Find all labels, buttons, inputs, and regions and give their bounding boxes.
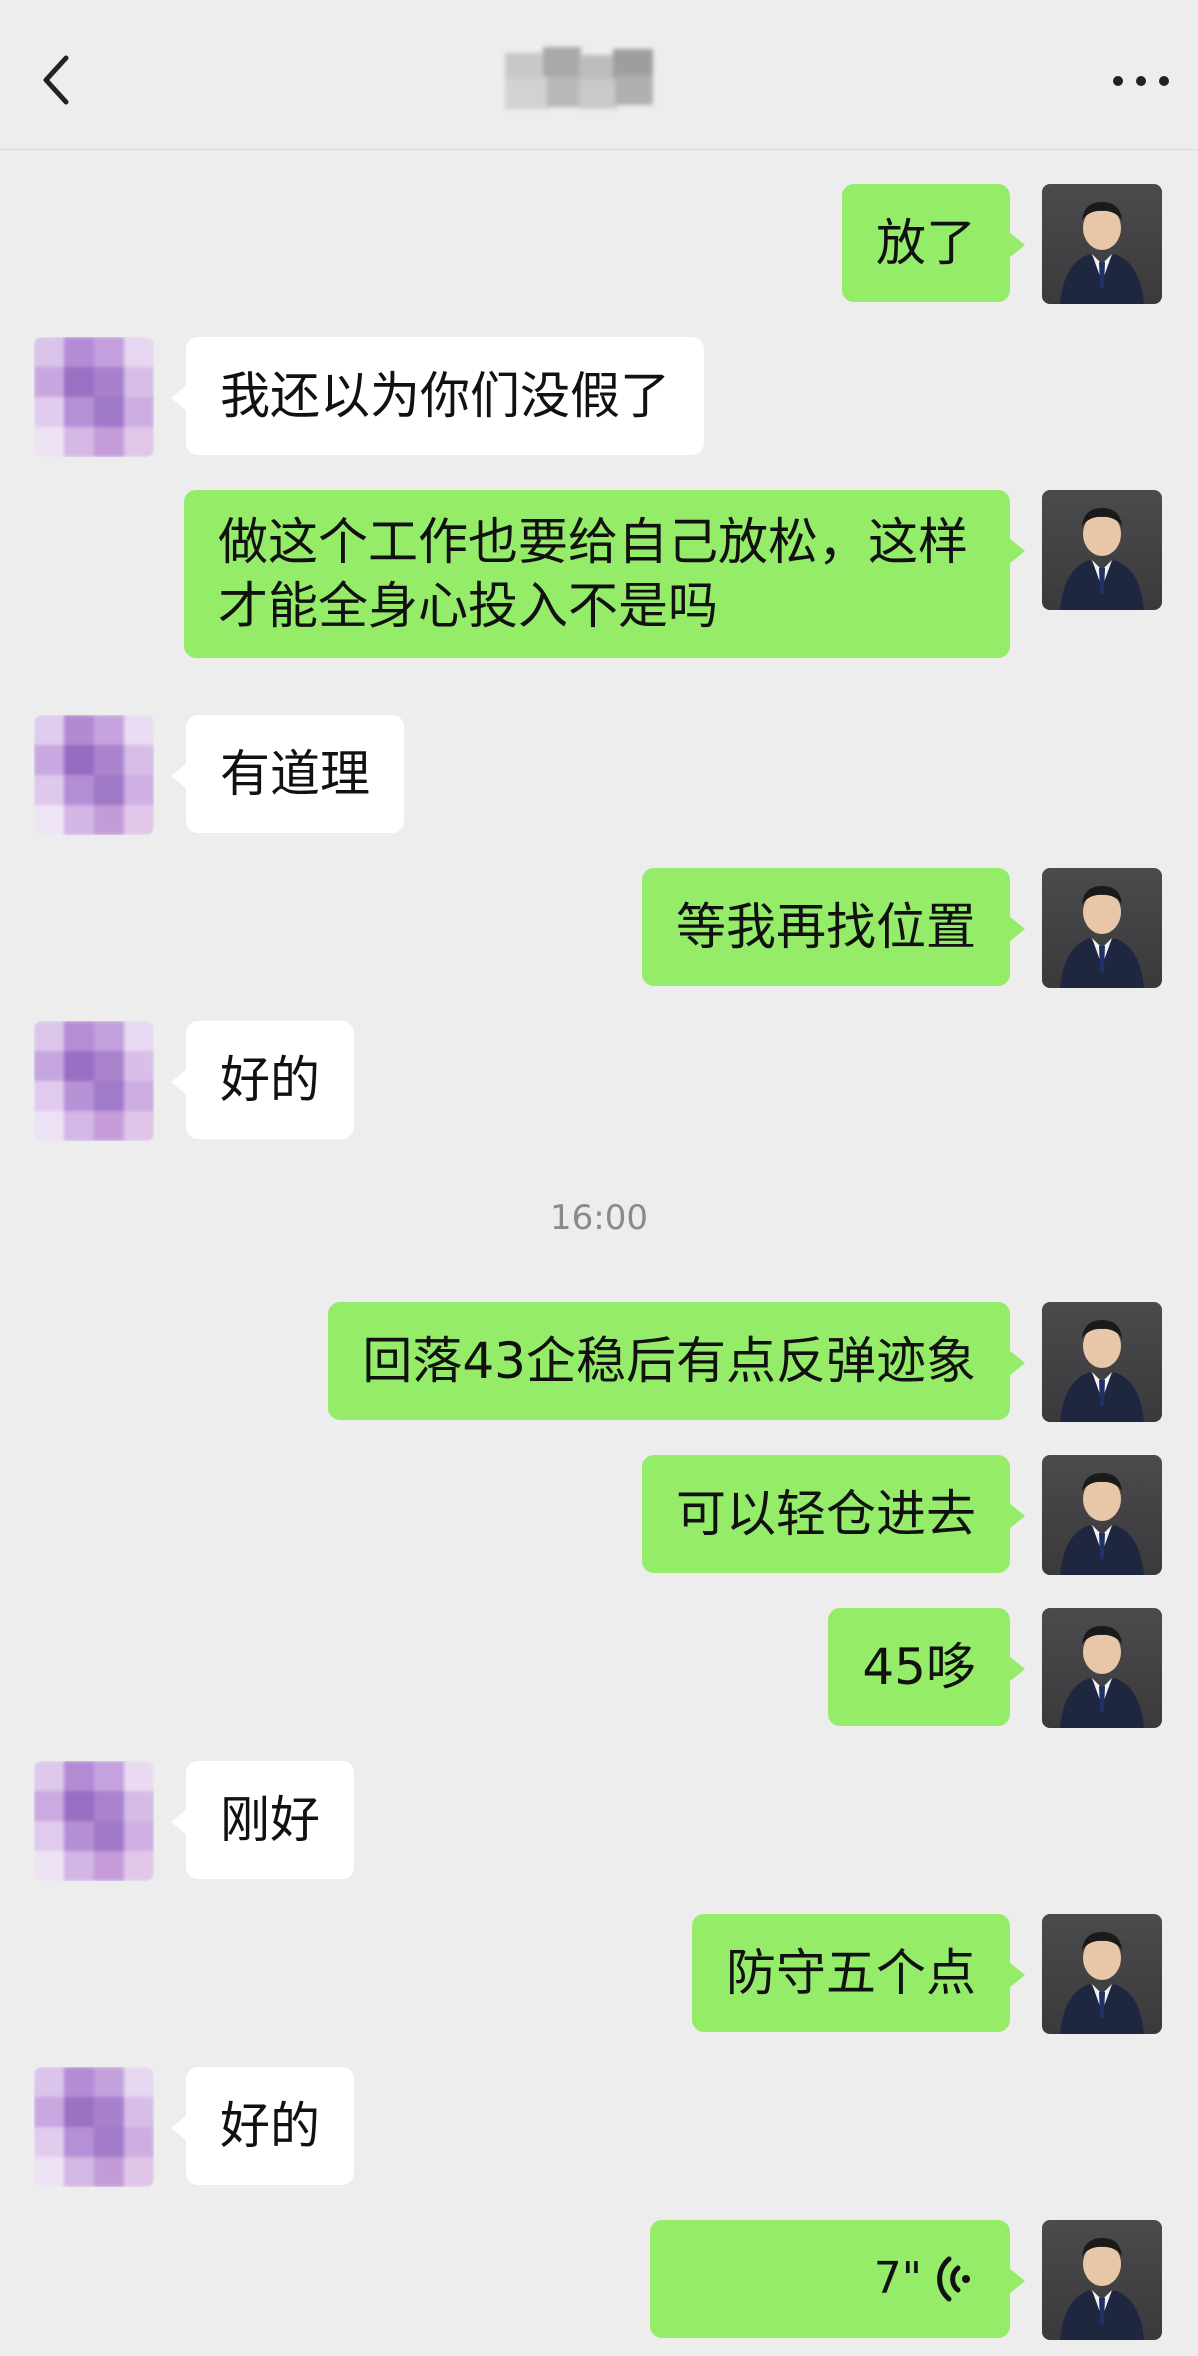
message-bubble[interactable]: 回落43企稳后有点反弹迹象 bbox=[328, 1302, 1025, 1420]
message-bubble[interactable]: 45哆 bbox=[828, 1608, 1025, 1726]
message-bubble[interactable]: 等我再找位置 bbox=[642, 868, 1025, 986]
back-button[interactable] bbox=[24, 40, 94, 120]
more-dots-icon bbox=[1113, 76, 1169, 86]
message-bubble[interactable]: 放了 bbox=[842, 184, 1025, 302]
my-avatar[interactable] bbox=[1042, 184, 1162, 304]
chevron-left-icon bbox=[43, 55, 69, 105]
voice-duration: 7" bbox=[873, 2253, 922, 2304]
contact-avatar[interactable] bbox=[34, 1021, 154, 1141]
my-avatar[interactable] bbox=[1042, 1914, 1162, 2034]
my-avatar[interactable] bbox=[1042, 1608, 1162, 1728]
voice-message-bubble[interactable]: 7" bbox=[650, 2220, 1025, 2338]
my-avatar[interactable] bbox=[1042, 1302, 1162, 1422]
message-bubble[interactable]: 防守五个点 bbox=[692, 1914, 1025, 2032]
chat-title-redacted bbox=[505, 45, 655, 109]
chat-timestamp: 16:00 bbox=[550, 1198, 648, 1238]
contact-avatar[interactable] bbox=[34, 1761, 154, 1881]
my-avatar[interactable] bbox=[1042, 490, 1162, 610]
voice-wave-icon bbox=[937, 2256, 970, 2302]
contact-avatar[interactable] bbox=[34, 2067, 154, 2187]
message-bubble[interactable]: 好的 bbox=[171, 2067, 354, 2185]
contact-avatar[interactable] bbox=[34, 715, 154, 835]
more-button[interactable] bbox=[1106, 45, 1176, 115]
contact-avatar[interactable] bbox=[34, 337, 154, 457]
chat-header bbox=[0, 0, 1198, 150]
my-avatar[interactable] bbox=[1042, 1455, 1162, 1575]
message-bubble[interactable]: 刚好 bbox=[171, 1761, 354, 1879]
message-bubble[interactable]: 有道理 bbox=[171, 715, 404, 833]
message-bubble[interactable]: 好的 bbox=[171, 1021, 354, 1139]
my-avatar[interactable] bbox=[1042, 868, 1162, 988]
my-avatar[interactable] bbox=[1042, 2220, 1162, 2340]
message-bubble[interactable]: 我还以为你们没假了 bbox=[171, 337, 704, 455]
message-bubble[interactable]: 做这个工作也要给自己放松，这样才能全身心投入不是吗 bbox=[184, 490, 1025, 658]
message-bubble[interactable]: 可以轻仓进去 bbox=[642, 1455, 1025, 1573]
